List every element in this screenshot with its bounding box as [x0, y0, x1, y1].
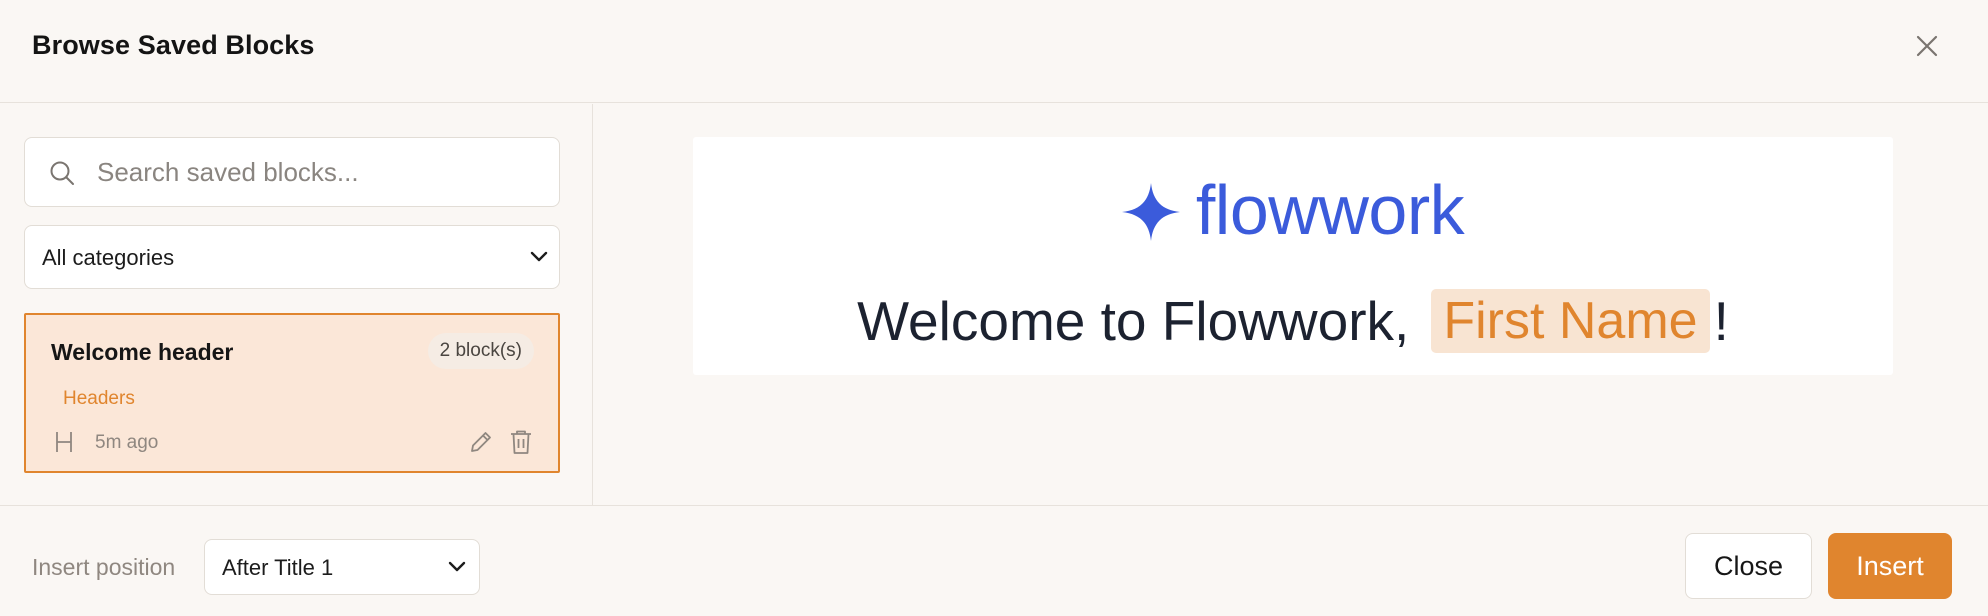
- insert-button[interactable]: Insert: [1828, 533, 1952, 599]
- preview-logo: flowwork: [693, 170, 1893, 250]
- welcome-suffix: !: [1713, 290, 1729, 352]
- delete-icon[interactable]: [509, 429, 533, 455]
- block-count-badge: 2 block(s): [427, 333, 534, 369]
- block-timestamp: 5m ago: [95, 432, 159, 453]
- insert-position-value: After Title 1: [222, 555, 334, 580]
- saved-block-card[interactable]: Welcome header 2 block(s) Headers 5m ago: [24, 313, 560, 473]
- heading-icon: [56, 432, 72, 452]
- block-category: Headers: [63, 388, 135, 409]
- category-select-value: All categories: [42, 245, 175, 270]
- sparkle-star-icon: [1121, 183, 1180, 241]
- saved-blocks-sidebar: All categories Welcome header 2 block(s)…: [0, 104, 593, 506]
- dialog-header: Browse Saved Blocks: [0, 0, 1988, 103]
- edit-icon[interactable]: [468, 429, 494, 455]
- category-select[interactable]: All categories: [24, 225, 560, 289]
- logo-text: flowwork: [1195, 171, 1465, 249]
- close-icon[interactable]: [1912, 31, 1942, 61]
- close-button[interactable]: Close: [1685, 533, 1812, 599]
- search-box[interactable]: [24, 137, 560, 207]
- chevron-down-icon: [448, 561, 466, 572]
- welcome-text: Welcome to Flowwork,: [857, 290, 1410, 352]
- block-preview: flowwork Welcome to Flowwork, First Name…: [693, 137, 1893, 375]
- merge-token-first-name: First Name: [1431, 289, 1710, 353]
- insert-position-label: Insert position: [32, 554, 176, 580]
- chevron-down-icon: [530, 251, 548, 262]
- preview-welcome-heading: Welcome to Flowwork, First Name !: [693, 285, 1893, 357]
- block-title: Welcome header: [51, 339, 234, 365]
- insert-position-select[interactable]: After Title 1: [204, 539, 480, 595]
- search-icon: [50, 161, 74, 185]
- dialog-title: Browse Saved Blocks: [32, 30, 315, 60]
- search-input[interactable]: [97, 150, 537, 194]
- dialog-footer: Insert position After Title 1 Close Inse…: [0, 505, 1988, 616]
